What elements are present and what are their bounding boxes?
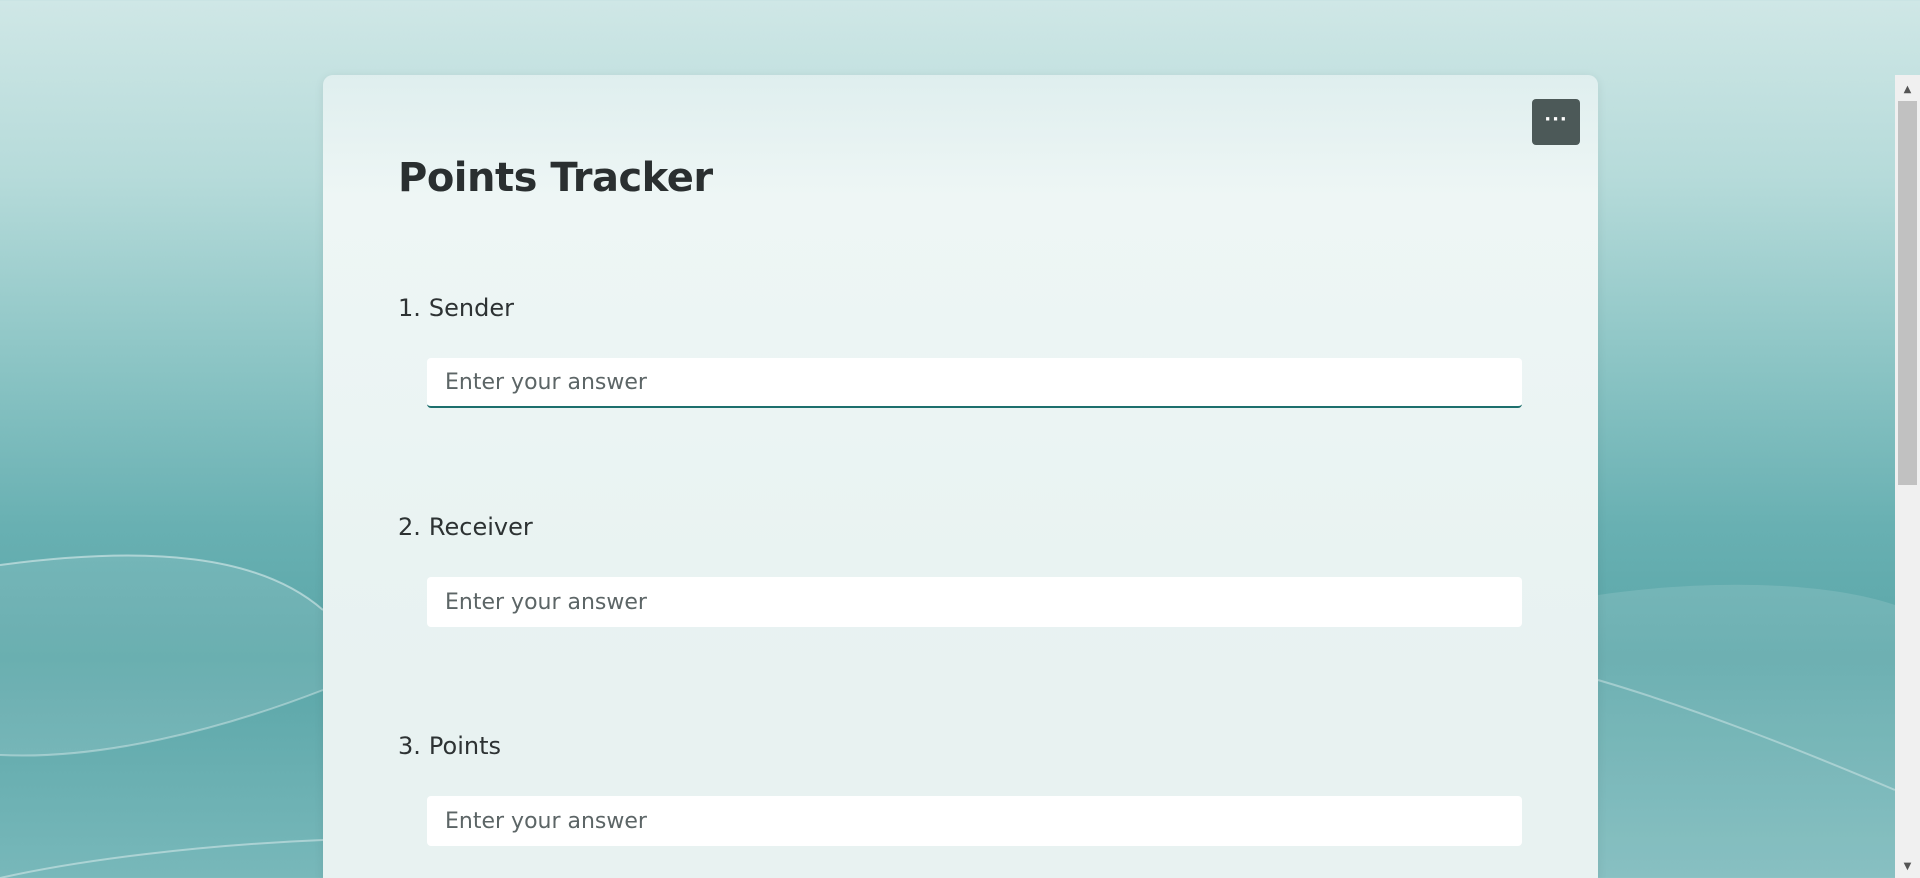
question-number: 3. [398, 732, 421, 760]
sender-answer-input[interactable] [427, 358, 1522, 408]
form-card: ··· Points Tracker 1. Sender 2. Receiver… [323, 75, 1598, 878]
points-answer-input[interactable] [427, 796, 1522, 846]
scroll-up-icon[interactable]: ▲ [1895, 77, 1920, 101]
more-options-button[interactable]: ··· [1532, 99, 1580, 145]
question-label: 3. Points [398, 731, 1548, 761]
question-points: 3. Points [398, 731, 1548, 846]
question-sender: 1. Sender [398, 293, 1548, 408]
vertical-scrollbar[interactable]: ▲ ▼ [1895, 75, 1920, 878]
receiver-answer-input[interactable] [427, 577, 1522, 627]
scrollbar-thumb[interactable] [1898, 101, 1917, 485]
question-receiver: 2. Receiver [398, 512, 1548, 627]
question-title: Points [428, 732, 501, 760]
question-title: Receiver [428, 513, 533, 541]
question-number: 2. [398, 513, 421, 541]
ellipsis-icon: ··· [1544, 108, 1568, 130]
scroll-down-icon[interactable]: ▼ [1895, 854, 1920, 878]
question-label: 2. Receiver [398, 512, 1548, 542]
question-number: 1. [398, 294, 421, 322]
form-title: Points Tracker [398, 155, 713, 201]
question-title: Sender [428, 294, 514, 322]
question-label: 1. Sender [398, 293, 1548, 323]
